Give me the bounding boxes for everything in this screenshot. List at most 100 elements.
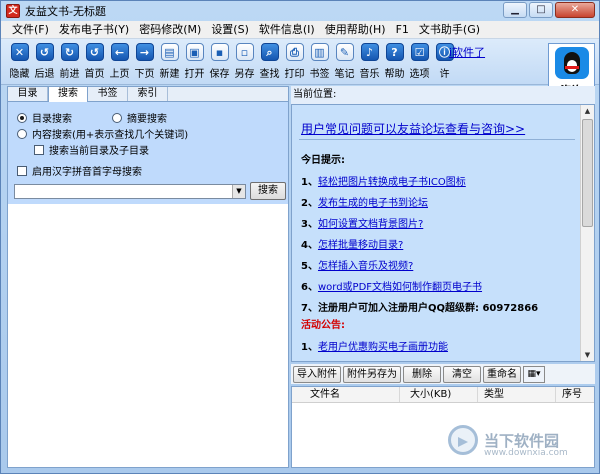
window-title: 友益文书-无标题 <box>25 5 106 18</box>
tip-link[interactable]: 怎样批量移动目录? <box>318 240 403 251</box>
catalog-search-radio[interactable]: 目录搜索 <box>17 110 72 125</box>
tip-item: 6、word或PDF文档如何制作翻页电子书 <box>301 278 482 293</box>
search-input[interactable]: ▼ <box>14 184 246 199</box>
import-attachment-button[interactable]: 导入附件 <box>293 365 341 383</box>
toolbar-button-label: 隐藏 <box>9 69 30 80</box>
tip-link[interactable]: 怎样插入音乐及视频? <box>318 261 413 272</box>
tab-search[interactable]: 搜索 <box>48 86 88 102</box>
tip-link[interactable]: 发布生成的电子书到论坛 <box>318 198 428 209</box>
toolbar-button-label: 音乐 <box>359 69 380 80</box>
tip-text: 注册用户可加入注册用户QQ超级群: 60972866 <box>317 303 539 314</box>
menu-password[interactable]: 密码修改(M) <box>134 21 206 39</box>
col-index[interactable]: 序号 <box>556 387 594 402</box>
help-icon: ? <box>385 43 404 61</box>
toolbar-new-button[interactable]: ▤ 新建 <box>157 43 182 83</box>
tip-item: 7、注册用户可加入注册用户QQ超级群: 60972866 <box>301 299 538 314</box>
toolbar-hide-button[interactable]: ✕ 隐藏 <box>7 43 32 83</box>
toolbar-bookmark-button[interactable]: ▥ 书签 <box>307 43 332 83</box>
toolbar-print-button[interactable]: ⎙ 打印 <box>282 43 307 83</box>
search-subdir-checkbox[interactable]: 搜索当前目录及子目录 <box>34 142 149 157</box>
note-icon: ✎ <box>335 43 354 61</box>
tip-item: 5、怎样插入音乐及视频? <box>301 257 413 272</box>
forum-link[interactable]: 用户常见问题可以友益论坛查看与咨询>> <box>301 120 525 137</box>
tab-bookmark[interactable]: 书签 <box>88 87 128 101</box>
toolbar-help-button[interactable]: ? 帮助 <box>382 43 407 83</box>
toolbar-button-label: 上页 <box>109 69 130 80</box>
scroll-thumb[interactable] <box>582 119 593 227</box>
menu-bar: 文件(F) 发布电子书(Y) 密码修改(M) 设置(S) 软件信息(I) 使用帮… <box>1 21 599 39</box>
print-icon: ⎙ <box>285 43 304 61</box>
checkbox-icon <box>34 144 44 155</box>
right-panel: 当前位置: 用户常见问题可以友益论坛查看与咨询>> 今日提示: 1、轻松把图片转… <box>291 86 595 468</box>
toolbar-music-button[interactable]: ♪ 音乐 <box>357 43 382 83</box>
toolbar-button-label: 前进 <box>59 69 80 80</box>
rename-button[interactable]: 重命名 <box>483 365 521 383</box>
scroll-up-icon[interactable]: ▲ <box>581 105 594 117</box>
menu-f1[interactable]: F1 <box>391 21 414 39</box>
menu-help[interactable]: 使用帮助(H) <box>320 21 391 39</box>
toolbar-forward-button[interactable]: ↻ 前进 <box>57 43 82 83</box>
toolbar-note-button[interactable]: ✎ 笔记 <box>332 43 357 83</box>
hide-icon: ✕ <box>10 43 29 61</box>
menu-file[interactable]: 文件(F) <box>7 21 54 39</box>
delete-button[interactable]: 删除 <box>403 365 441 383</box>
col-type[interactable]: 类型 <box>478 387 556 402</box>
col-size[interactable]: 大小(KB) <box>400 387 478 402</box>
toolbar-save-as-button[interactable]: ▫ 另存 <box>232 43 257 83</box>
promo-item: 2、特惠购买注册pdf集成控件 <box>301 359 434 361</box>
bookmark-icon: ▥ <box>310 43 329 61</box>
summary-search-radio[interactable]: 摘要搜索 <box>112 110 167 125</box>
toolbar-prev-page-button[interactable]: ← 上页 <box>107 43 132 83</box>
clear-button[interactable]: 清空 <box>443 365 481 383</box>
toolbar-button-label: 下页 <box>134 69 155 80</box>
toolbar-next-page-button[interactable]: → 下页 <box>132 43 157 83</box>
toolbar-back-button[interactable]: ↺ 后退 <box>32 43 57 83</box>
tab-catalog[interactable]: 目录 <box>8 87 48 101</box>
toolbar-button-label: 书签 <box>309 69 330 80</box>
divider <box>299 139 575 140</box>
menu-assistant[interactable]: 文书助手(G) <box>414 21 485 39</box>
menu-settings[interactable]: 设置(S) <box>206 21 254 39</box>
toolbar-open-button[interactable]: ▣ 打开 <box>182 43 207 83</box>
scroll-down-icon[interactable]: ▼ <box>581 349 594 361</box>
table-header: 文件名 大小(KB) 类型 序号 <box>292 387 594 403</box>
view-grid-icon[interactable]: ▦▾ <box>523 365 545 383</box>
search-button[interactable]: 搜索 <box>250 182 286 200</box>
pinyin-search-checkbox[interactable]: 启用汉字拼音首字母搜索 <box>17 163 142 178</box>
forward-icon: ↻ <box>60 43 79 61</box>
radio-selected-icon <box>17 112 27 123</box>
close-button[interactable]: ✕ <box>555 2 595 18</box>
toolbar-button-label: 许 <box>439 69 450 80</box>
tip-link[interactable]: 如何设置文档背景图片? <box>318 219 423 230</box>
attachment-toolbar: 导入附件 附件另存为 删除 清空 重命名 ▦▾ <box>291 364 595 384</box>
tip-item: 3、如何设置文档背景图片? <box>301 215 423 230</box>
toolbar-button-label: 帮助 <box>384 69 405 80</box>
maximize-button[interactable]: □ <box>529 2 553 18</box>
chevron-down-icon[interactable]: ▼ <box>232 185 245 198</box>
toolbar-button-label: 另存 <box>234 69 255 80</box>
find-icon: ⌕ <box>260 43 279 61</box>
search-results[interactable] <box>8 205 288 467</box>
toolbar-home-button[interactable]: ↺ 首页 <box>82 43 107 83</box>
promo-link[interactable]: 老用户优惠购买电子画册功能 <box>318 342 448 353</box>
play-icon <box>448 425 478 455</box>
app-window: 文 友益文书-无标题 ▁ □ ✕ 文件(F) 发布电子书(Y) 密码修改(M) … <box>0 0 600 474</box>
vertical-scrollbar[interactable]: ▲ ▼ <box>580 105 594 361</box>
toolbar-find-button[interactable]: ⌕ 查找 <box>257 43 282 83</box>
save-attachment-as-button[interactable]: 附件另存为 <box>343 365 401 383</box>
toolbar-options-button[interactable]: ☑ 选项 <box>407 43 432 83</box>
promo-title: 活动公告: <box>301 320 345 331</box>
software-link[interactable]: i软件了 <box>449 44 485 60</box>
toolbar-button-label: 保存 <box>209 69 230 80</box>
tip-link[interactable]: 轻松把图片转换成电子书ICO图标 <box>318 177 466 188</box>
music-icon: ♪ <box>360 43 379 61</box>
minimize-button[interactable]: ▁ <box>503 2 527 18</box>
menu-publish-ebook[interactable]: 发布电子书(Y) <box>54 21 134 39</box>
content-search-radio[interactable]: 内容搜索(用+表示查找几个关键词) <box>17 126 188 141</box>
toolbar-save-button[interactable]: ▪ 保存 <box>207 43 232 83</box>
today-tips-title: 今日提示: <box>301 155 345 166</box>
tab-index[interactable]: 索引 <box>128 87 168 101</box>
col-filename[interactable]: 文件名 <box>292 387 400 402</box>
menu-software-info[interactable]: 软件信息(I) <box>254 21 320 39</box>
tip-link[interactable]: word或PDF文档如何制作翻页电子书 <box>318 282 482 293</box>
